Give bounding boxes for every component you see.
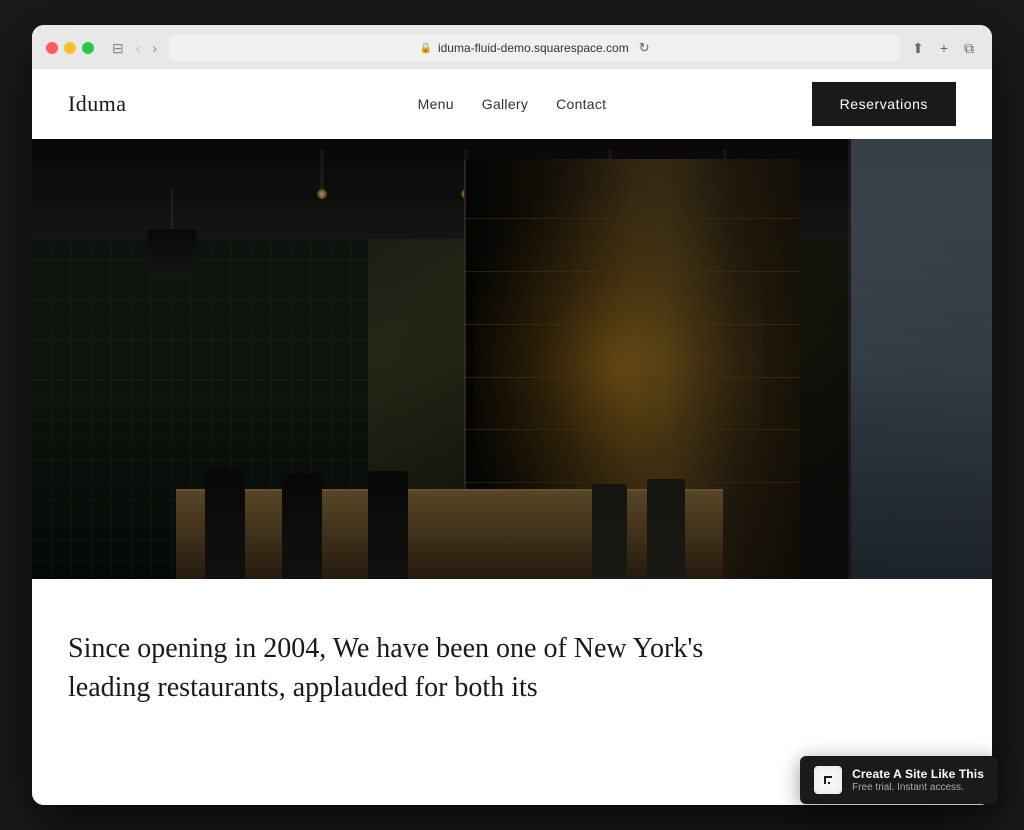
- light-1: [320, 149, 324, 199]
- hero-section: [32, 139, 992, 579]
- content-section: Since opening in 2004, We have been one …: [32, 579, 992, 747]
- minimize-button[interactable]: [64, 42, 76, 54]
- shelf-5: [464, 429, 800, 430]
- squarespace-logo-icon: [819, 771, 837, 789]
- website-content: Iduma Menu Gallery Contact Reservations: [32, 69, 992, 805]
- shelf-1: [464, 218, 800, 219]
- badge-title: Create A Site Like This: [852, 767, 984, 781]
- chair-5: [592, 484, 627, 579]
- sidebar-toggle-button[interactable]: ⊟: [108, 38, 128, 59]
- pendant-lamp: [147, 189, 197, 269]
- dining-table: [176, 489, 723, 579]
- chair-3: [368, 471, 408, 579]
- browser-controls-row: ⊟ ‹ › 🔒 iduma-fluid-demo.squarespace.com…: [46, 35, 978, 61]
- shelf-6: [464, 482, 800, 483]
- badge-text-block: Create A Site Like This Free trial. Inst…: [852, 767, 984, 793]
- new-tab-button[interactable]: +: [936, 38, 952, 58]
- traffic-lights: [46, 42, 94, 54]
- back-button[interactable]: ‹: [132, 38, 145, 58]
- address-bar[interactable]: 🔒 iduma-fluid-demo.squarespace.com ↻: [169, 35, 900, 61]
- chair-1: [205, 469, 245, 579]
- share-button[interactable]: ⬆: [908, 38, 928, 59]
- reservations-button[interactable]: Reservations: [812, 82, 956, 126]
- fullscreen-button[interactable]: [82, 42, 94, 54]
- browser-nav-buttons: ⊟ ‹ ›: [108, 38, 161, 59]
- nav-links: Menu Gallery Contact: [418, 96, 607, 112]
- forward-button[interactable]: ›: [148, 38, 161, 58]
- shelf-2: [464, 271, 800, 272]
- site-logo: Iduma: [68, 91, 126, 117]
- browser-chrome: ⊟ ‹ › 🔒 iduma-fluid-demo.squarespace.com…: [32, 25, 992, 69]
- right-window: [848, 139, 992, 579]
- nav-link-menu[interactable]: Menu: [418, 96, 454, 112]
- reload-button[interactable]: ↻: [639, 40, 650, 56]
- hero-image: [32, 139, 992, 579]
- lock-icon: 🔒: [420, 43, 432, 54]
- close-button[interactable]: [46, 42, 58, 54]
- window-controls-right: ⬆ + ⧉: [908, 38, 978, 59]
- site-navigation: Iduma Menu Gallery Contact Reservations: [32, 69, 992, 139]
- nav-link-gallery[interactable]: Gallery: [482, 96, 528, 112]
- browser-window: ⊟ ‹ › 🔒 iduma-fluid-demo.squarespace.com…: [32, 25, 992, 805]
- body-text: Since opening in 2004, We have been one …: [68, 629, 748, 707]
- chair-2: [282, 474, 322, 579]
- squarespace-logo: [814, 766, 842, 794]
- tabs-button[interactable]: ⧉: [960, 38, 978, 59]
- url-text: iduma-fluid-demo.squarespace.com: [438, 41, 629, 55]
- badge-subtitle: Free trial. Instant access.: [852, 782, 984, 793]
- chair-4: [647, 479, 685, 579]
- shelf-4: [464, 377, 800, 378]
- squarespace-badge[interactable]: Create A Site Like This Free trial. Inst…: [800, 756, 998, 804]
- shelf-3: [464, 324, 800, 325]
- nav-link-contact[interactable]: Contact: [556, 96, 606, 112]
